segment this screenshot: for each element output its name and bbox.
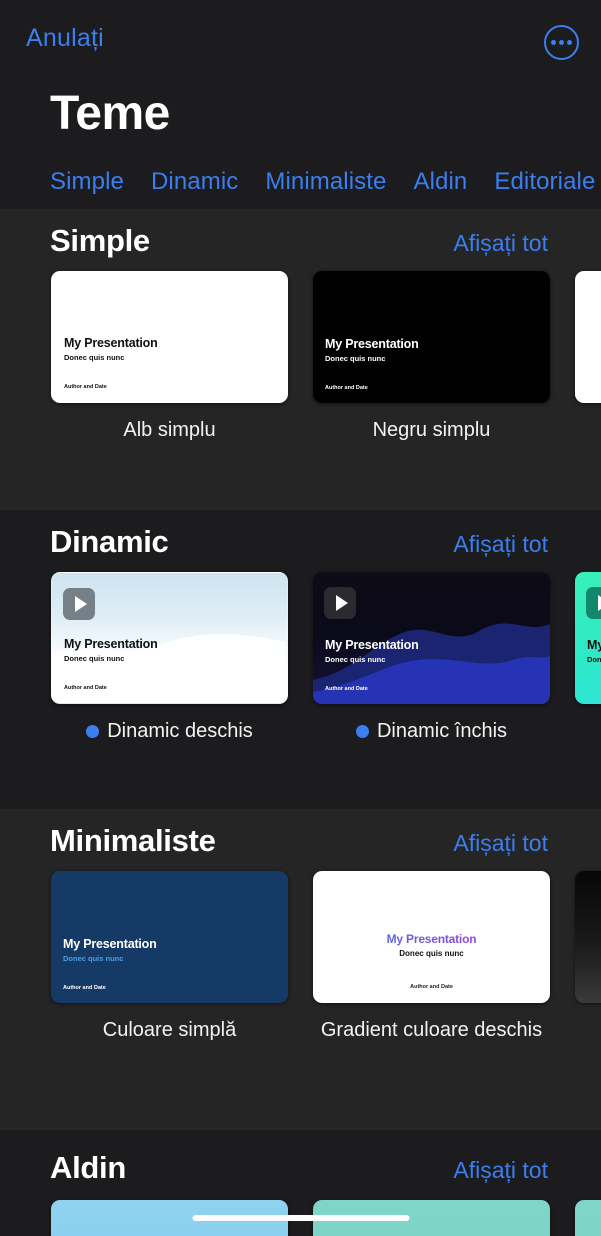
- tab-dinamic[interactable]: Dinamic: [151, 168, 238, 196]
- page-title: Teme: [50, 87, 170, 140]
- theme-label: Gradient culoare deschis: [320, 1019, 543, 1041]
- theme-card-dinamic-inchis[interactable]: My Presentation Donec quis nunc Author a…: [313, 572, 550, 743]
- theme-thumbnail[interactable]: My Presentation Donec quis nunc Author a…: [51, 271, 288, 403]
- section-header-aldin: Aldin Afișați tot: [0, 1130, 601, 1200]
- section-header-simple: Simple Afișați tot: [0, 209, 601, 271]
- theme-thumbnail[interactable]: My Presentation Donec quis nunc Author a…: [313, 871, 550, 1003]
- ellipsis-circle-icon[interactable]: [544, 25, 579, 60]
- thumb-title: My Presentation: [314, 932, 549, 946]
- tab-editoriale[interactable]: Editoriale: [494, 168, 595, 196]
- cancel-button[interactable]: Anulați: [26, 24, 104, 53]
- theme-label: Culoare simplă: [102, 1019, 237, 1041]
- theme-card-negru-simplu[interactable]: My Presentation Donec quis nunc Author a…: [313, 271, 550, 442]
- show-all-dinamic[interactable]: Afișați tot: [453, 531, 548, 558]
- thumb-subtitle: Donec quis nunc: [63, 954, 124, 963]
- thumb-title: My Presentation: [63, 937, 157, 951]
- navigation-bar: Anulați: [0, 0, 601, 78]
- thumb-author: Author and Date: [64, 384, 107, 390]
- category-tabs: Simple Dinamic Minimaliste Aldin Editori…: [50, 168, 595, 196]
- thumb-author: Author and Date: [410, 984, 453, 990]
- theme-card-partial[interactable]: My Presentation Donec quis nunc: [575, 572, 601, 704]
- thumb-title: My Presentation: [587, 638, 601, 652]
- section-dinamic: Dinamic Afișați tot My Presentation Done…: [0, 510, 601, 809]
- theme-thumbnail[interactable]: My Presentation Donec quis nunc Author a…: [51, 572, 288, 704]
- theme-label-row: Dinamic deschis: [51, 720, 288, 743]
- thumb-subtitle: Donec quis nunc: [587, 655, 601, 664]
- theme-card-partial[interactable]: [575, 871, 601, 1003]
- thumb-subtitle: Donec quis nunc: [325, 354, 386, 363]
- show-all-aldin[interactable]: Afișați tot: [453, 1157, 548, 1184]
- section-title: Dinamic: [50, 524, 169, 559]
- animated-indicator-dot: [86, 725, 100, 738]
- show-all-simple[interactable]: Afișați tot: [453, 230, 548, 257]
- thumb-subtitle: Donec quis nunc: [64, 353, 125, 362]
- section-title: Simple: [50, 223, 150, 258]
- dot-3: [567, 40, 572, 45]
- thumb-subtitle: Donec quis nunc: [399, 949, 464, 958]
- theme-thumbnail[interactable]: My Presentation Donec quis nunc Author a…: [313, 271, 550, 403]
- section-title: Minimaliste: [50, 823, 216, 858]
- home-indicator: [192, 1215, 409, 1221]
- theme-thumbnail[interactable]: My Presentation Donec quis nunc Author a…: [313, 572, 550, 704]
- theme-label: Alb simplu: [123, 419, 216, 441]
- theme-card-partial[interactable]: [575, 1200, 601, 1236]
- theme-card-partial[interactable]: [575, 271, 601, 403]
- theme-card-gradient-culoare-deschis[interactable]: My Presentation Donec quis nunc Author a…: [313, 871, 550, 1042]
- play-icon: [324, 587, 356, 619]
- thumb-subtitle: Donec quis nunc: [64, 654, 125, 663]
- thumb-title: My Presentation: [325, 638, 419, 652]
- play-icon: [63, 588, 95, 620]
- thumb-title: My Presentation: [325, 337, 419, 351]
- theme-thumbnail[interactable]: My Presentation Donec quis nunc: [575, 572, 601, 704]
- section-simple: Simple Afișați tot My Presentation Donec…: [0, 209, 601, 510]
- thumb-author: Author and Date: [325, 686, 368, 692]
- theme-card-culoare-simpla[interactable]: My Presentation Donec quis nunc Author a…: [51, 871, 288, 1042]
- section-title: Aldin: [50, 1150, 126, 1185]
- theme-thumbnail[interactable]: [575, 271, 601, 403]
- theme-thumbnail[interactable]: My Presentation Donec quis nunc Author a…: [51, 871, 288, 1003]
- section-header-dinamic: Dinamic Afișați tot: [0, 510, 601, 572]
- tab-minimaliste[interactable]: Minimaliste: [265, 168, 386, 196]
- thumb-author: Author and Date: [63, 985, 106, 991]
- play-icon: [586, 587, 601, 619]
- theme-label: Dinamic deschis: [107, 720, 253, 742]
- thumb-author: Author and Date: [325, 385, 368, 391]
- tab-simple[interactable]: Simple: [50, 168, 124, 196]
- section-minimaliste: Minimaliste Afișați tot My Presentation …: [0, 809, 601, 1130]
- theme-card-dinamic-deschis[interactable]: My Presentation Donec quis nunc Author a…: [51, 572, 288, 743]
- themes-picker-screen: Anulați Teme Simple Dinamic Minimaliste …: [0, 0, 601, 1236]
- theme-label: Negru simplu: [372, 419, 491, 441]
- tab-aldin[interactable]: Aldin: [413, 168, 467, 196]
- thumb-title: My Presentation: [64, 637, 158, 651]
- show-all-minimaliste[interactable]: Afișați tot: [453, 830, 548, 857]
- thumb-subtitle: Donec quis nunc: [325, 655, 386, 664]
- theme-label-row: Dinamic închis: [313, 720, 550, 743]
- thumb-title: My Presentation: [64, 336, 158, 350]
- theme-label: Dinamic închis: [376, 720, 508, 742]
- theme-thumbnail[interactable]: [575, 871, 601, 1003]
- section-header-minimaliste: Minimaliste Afișați tot: [0, 809, 601, 871]
- theme-thumbnail[interactable]: [575, 1200, 601, 1236]
- dot-1: [551, 40, 556, 45]
- dot-2: [559, 40, 564, 45]
- thumb-author: Author and Date: [64, 685, 107, 691]
- theme-card-alb-simplu[interactable]: My Presentation Donec quis nunc Author a…: [51, 271, 288, 442]
- animated-indicator-dot: [355, 725, 369, 738]
